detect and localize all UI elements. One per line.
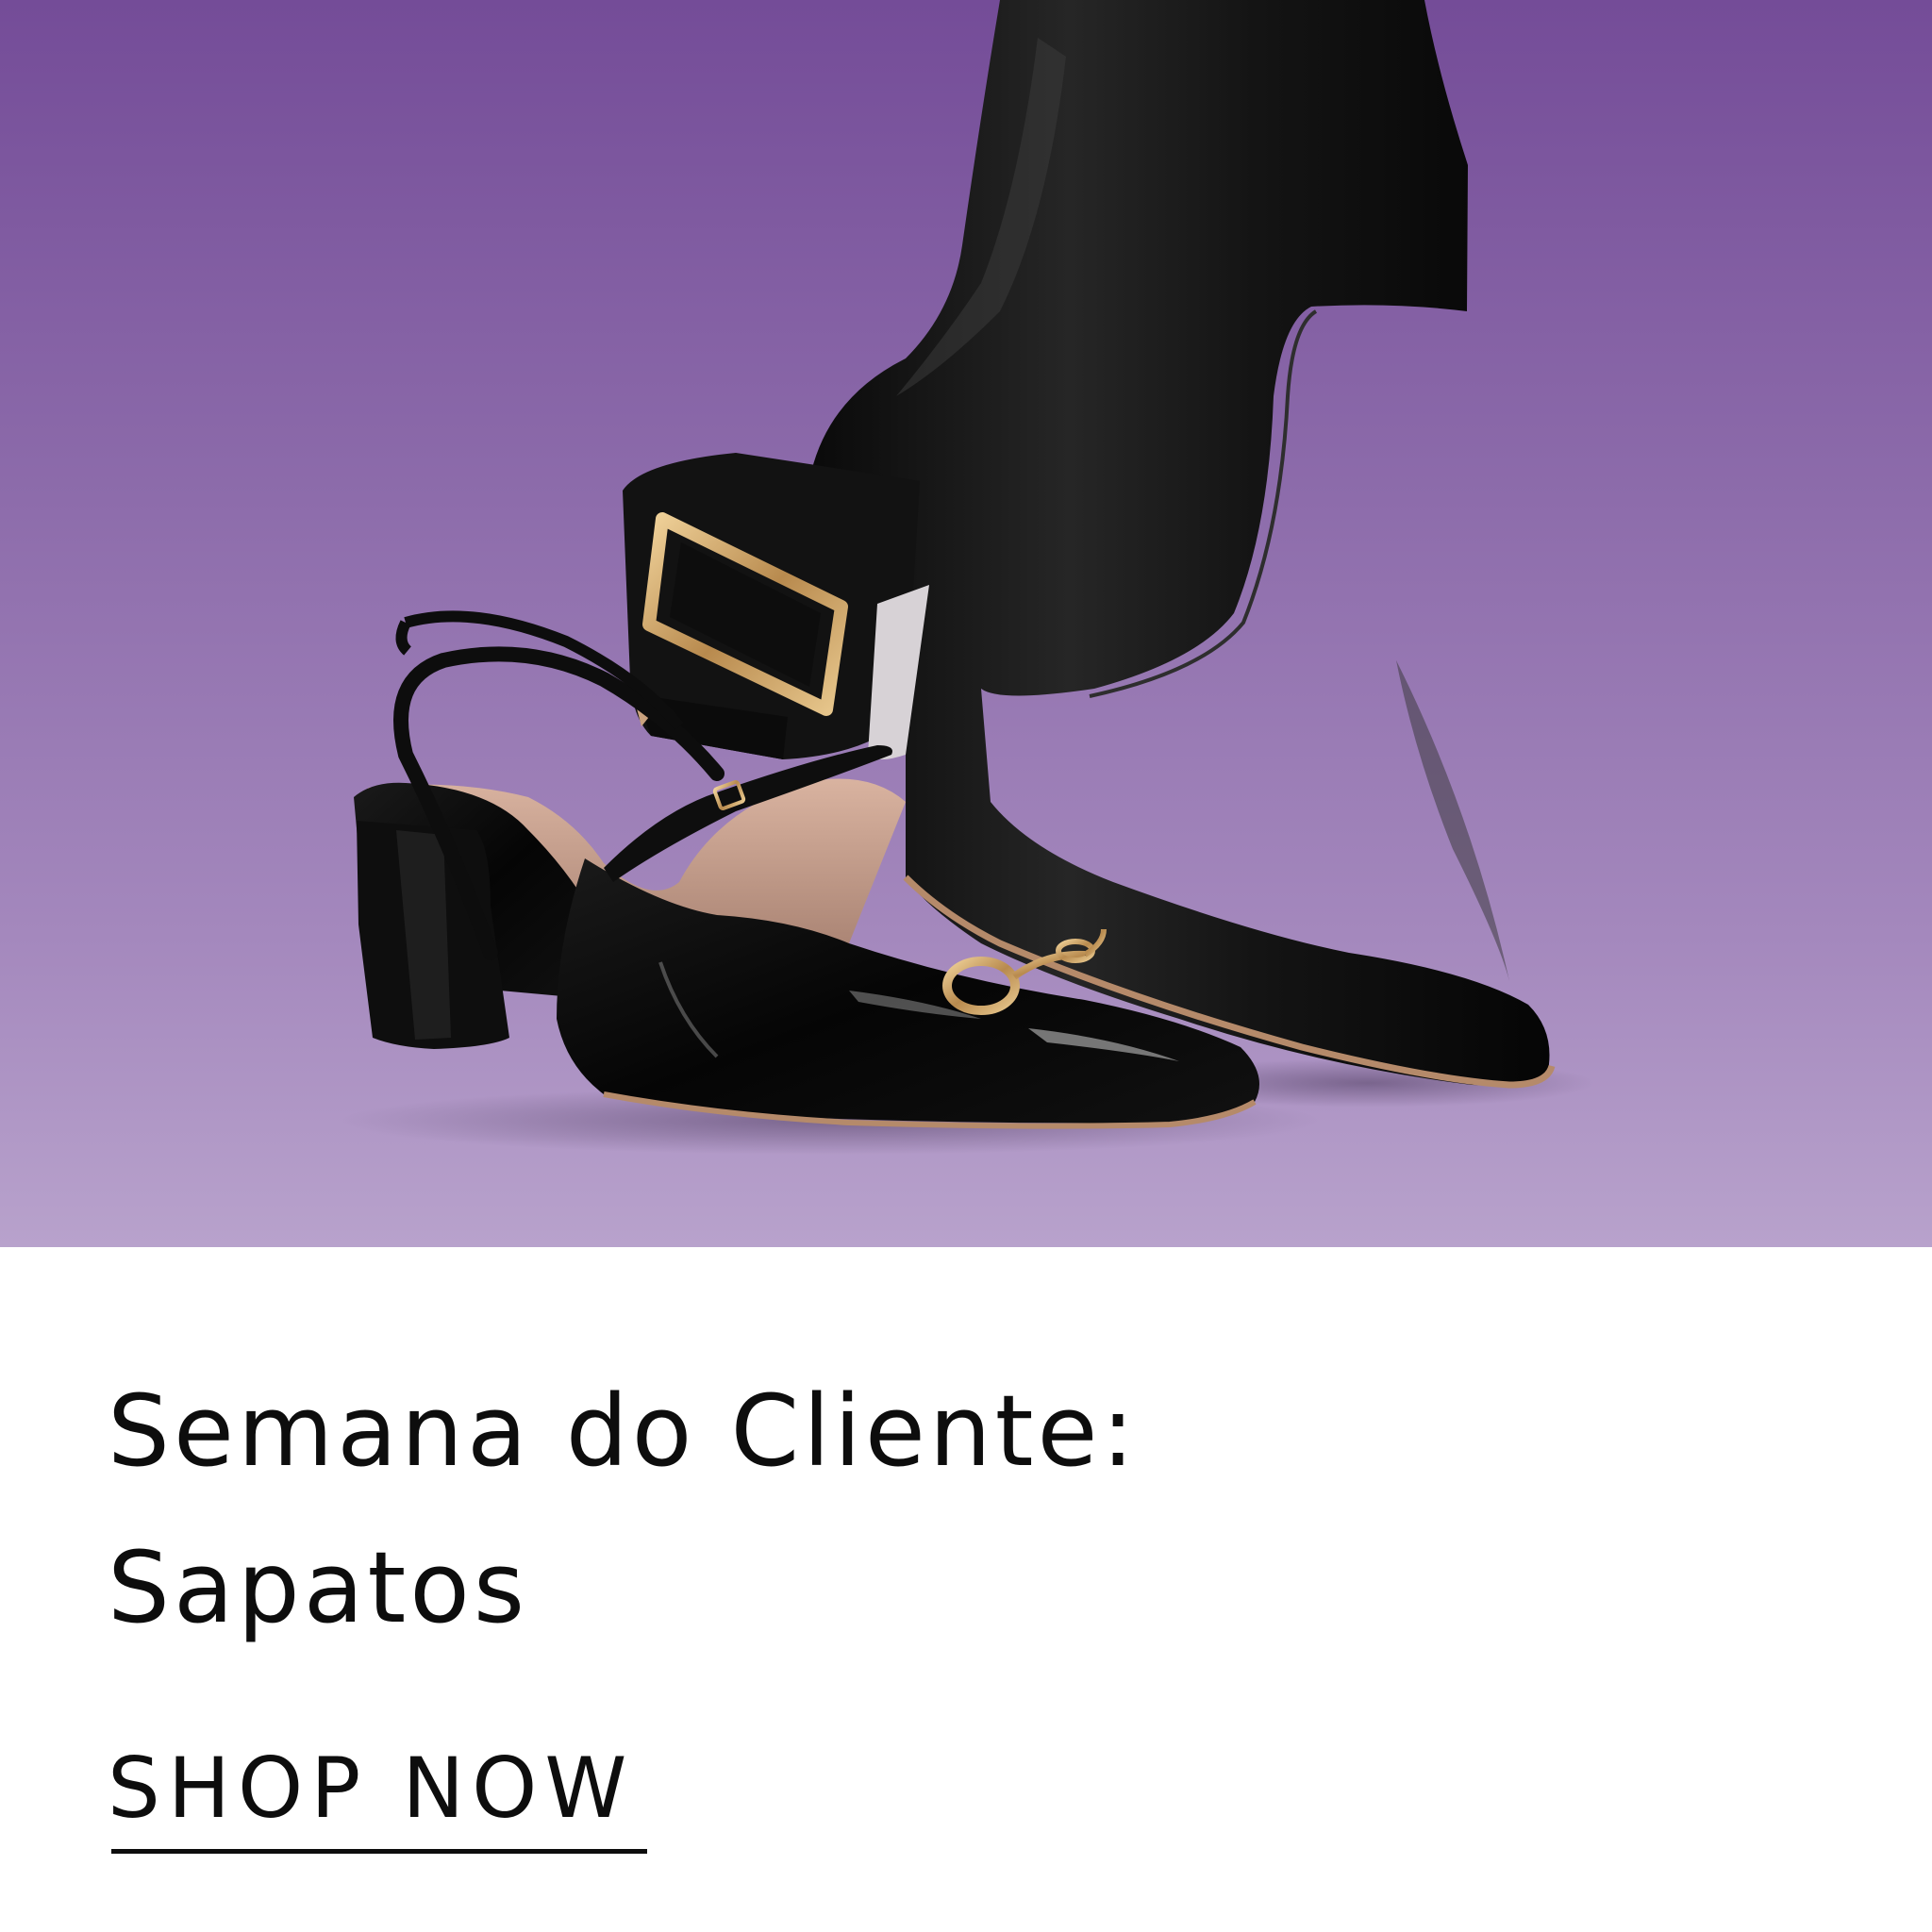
promo-banner[interactable]: Semana do Cliente: Sapatos SHOP NOW [0,0,1932,1932]
promo-headline: Semana do Cliente: Sapatos [108,1353,1806,1666]
headline-line-2: Sapatos [108,1530,529,1645]
promo-text-area: Semana do Cliente: Sapatos SHOP NOW [0,1247,1932,1932]
shop-now-link[interactable]: SHOP NOW [108,1736,634,1841]
shop-now-underline [111,1849,647,1854]
hero-image[interactable] [0,0,1932,1247]
headline-line-1: Semana do Cliente: [108,1374,1139,1489]
shoes-photo [340,0,1594,1155]
